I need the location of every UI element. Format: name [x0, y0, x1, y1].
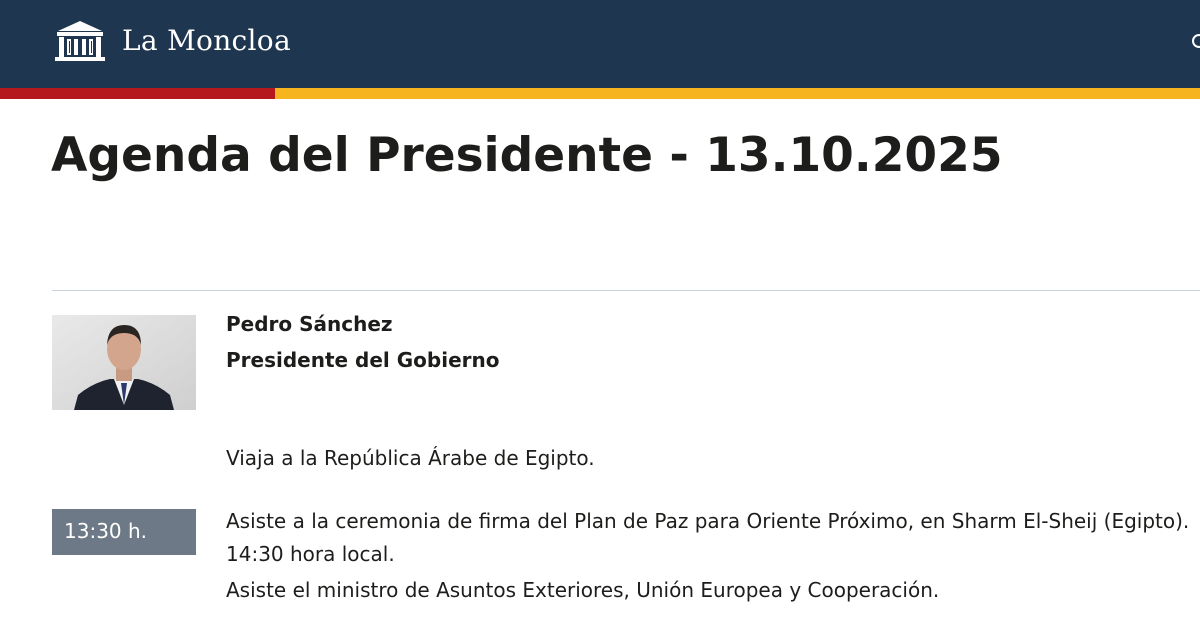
divider [52, 290, 1200, 291]
page-title: Agenda del Presidente - 13.10.2025 [51, 128, 1003, 183]
time-badge: 13:30 h. [52, 509, 196, 555]
agenda-item-text: Viaja a la República Árabe de Egipto. [226, 446, 595, 470]
flag-red-band [0, 88, 275, 99]
search-icon[interactable] [1192, 34, 1200, 48]
person-photo [52, 315, 196, 410]
agenda-item-text: 14:30 hora local. [226, 542, 395, 566]
site-header: La Moncloa [0, 0, 1200, 88]
portrait-photo [52, 315, 196, 410]
agenda-item-text: Asiste a la ceremonia de firma del Plan … [226, 509, 1190, 533]
site-name: La Moncloa [122, 23, 291, 57]
agenda-item-text: Asiste el ministro de Asuntos Exteriores… [226, 578, 940, 602]
moncloa-palace-icon [55, 21, 105, 61]
site-logo-link[interactable]: La Moncloa [52, 18, 291, 62]
person-name: Pedro Sánchez [226, 312, 393, 336]
flag-strip [0, 88, 1200, 99]
flag-yellow-band [275, 88, 1200, 99]
person-role: Presidente del Gobierno [226, 348, 500, 372]
